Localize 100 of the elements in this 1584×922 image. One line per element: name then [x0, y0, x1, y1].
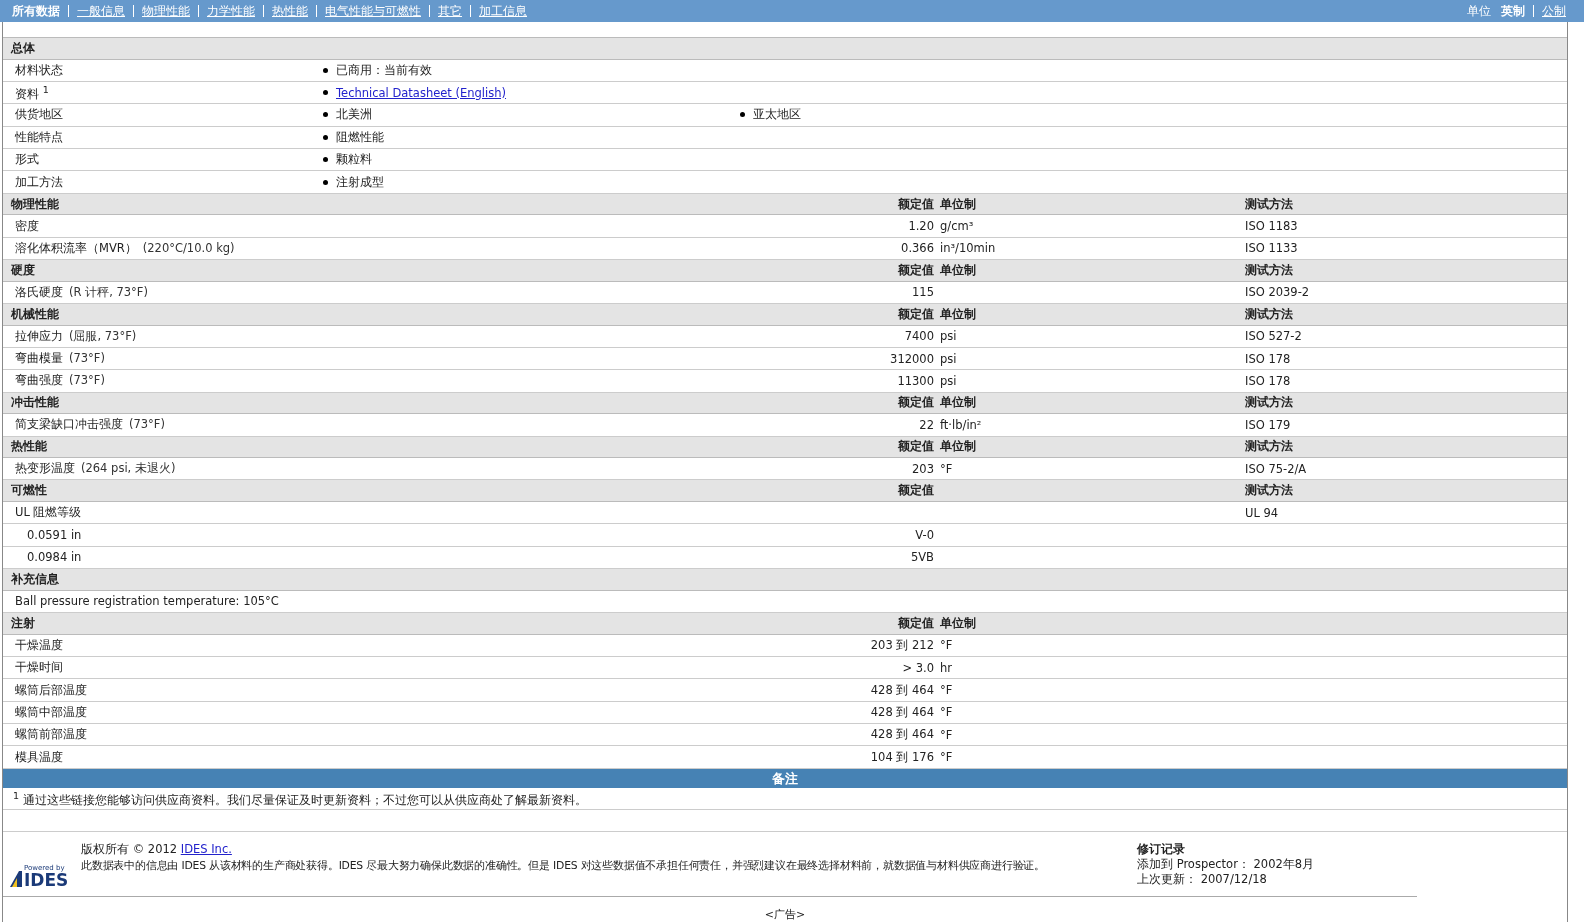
test-condition: (73°F)	[129, 417, 165, 432]
bullet-icon	[323, 90, 328, 96]
property-name: 弯曲强度	[15, 373, 63, 388]
nav-tab[interactable]: 力学性能	[207, 2, 255, 20]
property-value: 5VB	[910, 550, 934, 565]
property-name: 干燥时间	[15, 660, 63, 675]
bullet-icon	[740, 112, 745, 118]
bullet-icon	[323, 134, 328, 140]
property-value: 颗粒料	[336, 152, 372, 168]
property-value: 428 到 464	[870, 704, 934, 719]
property-value: 22	[919, 417, 934, 432]
test-method: ISO 179	[1245, 417, 1291, 432]
property-value: 0.366	[901, 241, 934, 256]
section-title: 硬度	[10, 261, 36, 279]
bullet-icon	[323, 179, 328, 185]
nav-tab[interactable]: 热性能	[272, 2, 308, 20]
unit-text: ft·lb/in²	[940, 417, 982, 432]
column-header: 单位制	[939, 438, 977, 456]
nav-tab[interactable]: 所有数据	[12, 2, 60, 20]
column-header: 单位制	[939, 614, 977, 632]
test-method: ISO 527-2	[1245, 329, 1302, 344]
property-value: 亚太地区	[753, 107, 801, 123]
unit-text: in³/10min	[940, 241, 996, 256]
nav-tab[interactable]: 电气性能与可燃性	[325, 2, 421, 20]
column-header: 测试方法	[1245, 482, 1294, 500]
unit-option[interactable]: 公制	[1542, 2, 1566, 20]
column-header: 测试方法	[1245, 305, 1294, 323]
property-value: 115	[912, 285, 934, 300]
section-title: 物理性能	[10, 195, 60, 213]
property-value: > 3.0	[902, 660, 934, 675]
section-title: 机械性能	[10, 305, 60, 323]
property-value: 203 到 212	[870, 637, 934, 652]
property-value: 注射成型	[336, 174, 384, 190]
property-value: 阻燃性能	[336, 129, 384, 145]
unit-text: °F	[940, 727, 953, 742]
test-method: ISO 1133	[1245, 241, 1298, 256]
column-header: 测试方法	[1245, 438, 1294, 456]
column-header: 额定值	[897, 261, 934, 279]
property-name: 供货地区	[14, 107, 64, 123]
test-method: ISO 1183	[1245, 219, 1298, 234]
column-header: 额定值	[897, 438, 934, 456]
nav-tab[interactable]: 一般信息	[77, 2, 125, 20]
unit-text: °F	[940, 461, 953, 476]
property-value: 428 到 464	[870, 727, 934, 742]
column-header: 单位制	[939, 261, 977, 279]
section-title: 热性能	[10, 438, 48, 456]
revision-added: 添加到 Prospector： 2002年8月	[1137, 857, 1315, 873]
property-name: 形式	[14, 152, 40, 168]
logo-icon	[9, 868, 23, 889]
property-name: 干燥温度	[15, 637, 63, 652]
property-value: 104 到 176	[870, 749, 934, 764]
unit-option[interactable]: 英制	[1501, 2, 1525, 20]
property-value: 北美洲	[336, 107, 372, 123]
ad-label: <广告>	[764, 908, 806, 922]
property-value: 已商用：当前有效	[336, 62, 432, 78]
property-name: 洛氏硬度	[15, 284, 63, 299]
unit-text: g/cm³	[940, 219, 974, 234]
property-value: 7400	[904, 329, 934, 344]
info-text: Ball pressure registration temperature: 105°C	[14, 594, 279, 609]
disclaimer-text: 此数据表中的信息由 IDES 从该材料的生产商处获得。IDES 尽最大努力确保此数据的准确性。但是 IDES 对这些数据值不承担任何责任，并强烈建议在最终选择材料前，就数据值与材料供应商进行验证。	[81, 859, 1047, 874]
nav-tab[interactable]: 其它	[438, 2, 462, 20]
property-value: V-0	[915, 528, 934, 543]
copyright-text: 版权所有 © 2012	[81, 842, 178, 857]
section-title: 冲击性能	[10, 394, 60, 412]
company-link[interactable]: IDES Inc.	[180, 842, 232, 857]
test-method: ISO 75-2/A	[1245, 461, 1307, 476]
property-value: 312000	[890, 351, 934, 366]
column-header: 测试方法	[1245, 261, 1294, 279]
property-name: 简支梁缺口冲击强度	[15, 417, 123, 432]
bullet-icon	[323, 157, 328, 163]
unit-text: psi	[940, 351, 957, 366]
column-header: 额定值	[897, 195, 934, 213]
property-name: 拉伸应力	[15, 328, 63, 343]
test-method: ISO 178	[1245, 374, 1291, 388]
datasheet-link[interactable]: Technical Datasheet (English)	[336, 85, 506, 100]
nav-tab[interactable]: 加工信息	[479, 2, 527, 20]
section-title: 总体	[9, 39, 35, 57]
property-value: 1.20	[908, 219, 934, 234]
property-name: 材料状态	[14, 62, 64, 78]
property-name: 螺筒后部温度	[15, 682, 87, 697]
property-name: 密度	[15, 218, 39, 233]
note-text: $^{1}$ 通过这些链接您能够访问供应商资料。我们尽量保证及时更新资料；不过您可以从供应商处了解最新资料。	[13, 789, 587, 808]
property-name: 溶化体积流率（MVR）	[15, 240, 137, 255]
property-name: 0.0984 in	[27, 550, 82, 565]
unit-text: °F	[940, 705, 953, 720]
property-name: 0.0591 in	[27, 528, 82, 543]
unit-text: °F	[940, 750, 953, 765]
test-condition: (73°F)	[69, 351, 105, 366]
column-header: 额定值	[897, 482, 934, 500]
column-header: 测试方法	[1245, 394, 1294, 412]
unit-text: hr	[940, 660, 953, 675]
test-method: UL 94	[1245, 505, 1279, 520]
column-header: 额定值	[897, 394, 934, 412]
unit-text: psi	[940, 329, 957, 344]
units-label: 单位	[1467, 2, 1491, 20]
nav-tab[interactable]: 物理性能	[142, 2, 190, 20]
property-name: 资料 $^{1}$	[14, 83, 50, 102]
revision-title: 修订记录	[1137, 842, 1186, 858]
test-condition: (264 psi, 未退火)	[81, 461, 176, 476]
unit-text: °F	[940, 683, 953, 697]
